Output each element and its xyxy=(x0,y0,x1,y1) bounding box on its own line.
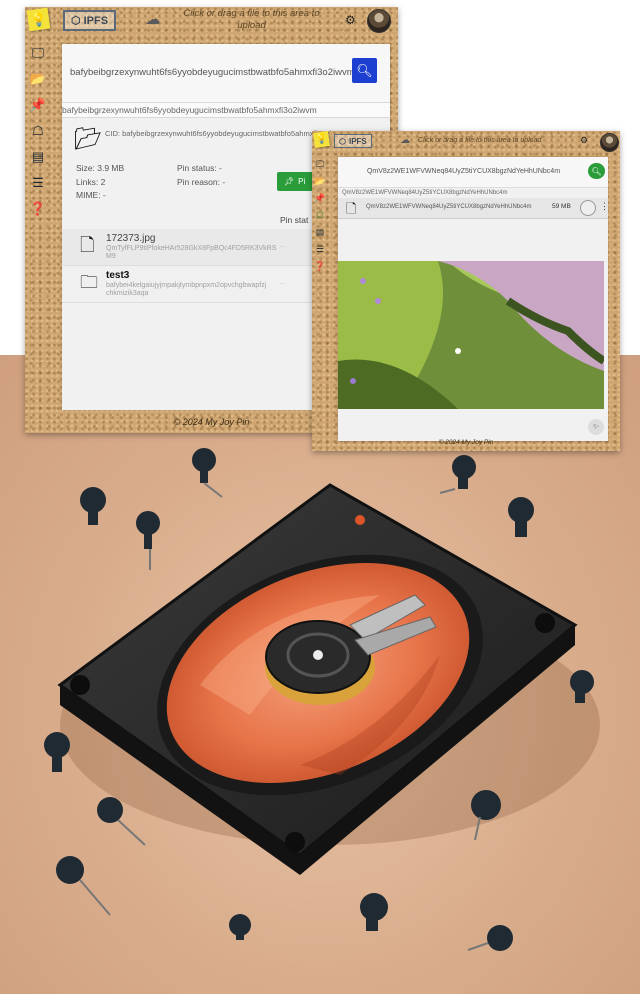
file-icon: 🗋 xyxy=(80,235,95,255)
folder-cid: bafybei4kelgaiujyjmpakjtymbpnpxm2opvchgb… xyxy=(106,282,267,297)
pin-button-label: Pi xyxy=(298,177,306,186)
detail-links: Links: 2 xyxy=(76,177,106,187)
monitor-icon[interactable]: 🖵 xyxy=(27,43,49,63)
checklist-icon[interactable]: ☰ xyxy=(27,173,49,193)
help-icon[interactable]: ❓ xyxy=(27,199,49,219)
folder-icon: 🗀 xyxy=(80,272,98,292)
upload-dropzone[interactable]: ☁ Click or drag a file to this area to u… xyxy=(400,135,590,146)
file-size: ... xyxy=(280,243,286,249)
network-icon[interactable]: ☖ xyxy=(313,208,327,222)
pin-icon: 📌︎ xyxy=(284,177,295,186)
pin-status-column-header: Pin stat xyxy=(280,215,309,225)
cube-icon: ⬡ xyxy=(339,136,346,146)
cube-icon: ⬡ xyxy=(71,15,81,27)
breadcrumb-cid[interactable]: bafybeibgrzexynwuht6fs6yyobdeyugucimstbw… xyxy=(62,102,390,118)
lightbulb-note-icon[interactable]: 💡 xyxy=(26,7,51,32)
file-cid: QmTyfFLP9tiPfokeHAr528GkX8FpBQc4FD5RK3Vk… xyxy=(106,245,277,260)
detail-mime: MIME: - xyxy=(76,190,106,200)
card-icon[interactable]: ▤ xyxy=(27,147,49,167)
detail-pin-status: Pin status: - xyxy=(177,163,222,173)
cloud-upload-icon: ☁ xyxy=(145,11,160,28)
search-bar: QmV8z2WE1WFVWNeq84UyZ5tiYCUX8bgzNdYeHhUN… xyxy=(338,157,608,187)
search-icon: 🔍︎ xyxy=(356,62,373,78)
sidebar-nav: 🖵 📂 📌 ☖ ▤ ☰ ❓ xyxy=(25,43,51,219)
detail-size: Size: 3.9 MB xyxy=(76,163,125,173)
file-name: QmV8z2WE1WFVWNeq84UyZ5tiYCUX8bgzNdYeHhUN… xyxy=(366,204,532,210)
search-icon: 🔍︎ xyxy=(591,166,602,176)
upload-dropzone[interactable]: ☁ Click or drag a file to this area to u… xyxy=(145,8,335,32)
folder-name: test3 xyxy=(106,270,130,281)
upload-prompt: Click or drag a file to this area to upl… xyxy=(418,137,542,144)
search-button[interactable]: 🔍︎ xyxy=(588,163,605,179)
cloud-upload-icon: ☁ xyxy=(400,135,410,146)
lightbulb-note-icon[interactable]: 💡 xyxy=(313,131,330,148)
sidebar-nav: 🖵 📂 📌 ☖ ▤ ☰ ❓ xyxy=(312,157,328,273)
avatar[interactable] xyxy=(600,133,619,152)
app-window-preview: 💡 ⬡ IPFS ☁ Click or drag a file to this … xyxy=(312,131,620,451)
footer-copyright: © 2024 My Joy Pin xyxy=(438,439,494,446)
network-icon[interactable]: ☖ xyxy=(27,121,49,141)
header-bar: 💡 ⬡ IPFS ☁ Click or drag a file to this … xyxy=(312,131,620,153)
search-bar: bafybeibgrzexynwuht6fs6yyobdeyugucimstbw… xyxy=(62,44,390,102)
more-menu-icon[interactable]: ⋮ xyxy=(600,201,608,212)
card-icon[interactable]: ▤ xyxy=(313,225,327,239)
ipfs-logo[interactable]: ⬡ IPFS xyxy=(334,134,372,148)
gear-icon[interactable]: ⚙ xyxy=(580,135,588,146)
logo-text: IPFS xyxy=(348,136,367,146)
ipfs-logo[interactable]: ⬡ IPFS xyxy=(63,10,117,31)
avatar[interactable] xyxy=(367,9,391,33)
pin-icon[interactable]: 📌 xyxy=(27,95,49,115)
image-preview xyxy=(338,261,604,409)
search-button[interactable]: 🔍︎ xyxy=(352,58,377,83)
file-name: 172373.jpg xyxy=(106,233,156,244)
cid-search-input[interactable]: bafybeibgrzexynwuht6fs6yyobdeyugucimstbw… xyxy=(70,62,355,84)
help-icon[interactable]: ❓ xyxy=(313,259,327,273)
cid-search-input[interactable]: QmV8z2WE1WFVWNeq84UyZ5tiYCUX8bgzNdYeHhUN… xyxy=(346,165,581,179)
logo-text: IPFS xyxy=(83,14,109,27)
detail-cid: CID: bafybeibgrzexynwuht6fs6yyobdeyuguci… xyxy=(105,129,347,138)
folder-size: ... xyxy=(280,280,286,286)
list-item[interactable]: 🗋 QmV8z2WE1WFVWNeq84UyZ5tiYCUX8bgzNdYeHh… xyxy=(338,198,608,219)
folder-open-icon[interactable]: 📂 xyxy=(313,174,327,188)
file-preview-panel: QmV8z2WE1WFVWNeq84UyZ5tiYCUX8bgzNdYeHhUN… xyxy=(338,157,608,441)
select-checkbox[interactable] xyxy=(580,200,596,216)
pin-icon[interactable]: 📌 xyxy=(313,191,327,205)
file-size: 59 MB xyxy=(552,203,571,210)
detail-pin-reason: Pin reason: - xyxy=(177,177,226,187)
folder-icon: 📂︎ xyxy=(74,126,102,151)
folder-open-icon[interactable]: 📂 xyxy=(27,69,49,89)
checklist-icon[interactable]: ☰ xyxy=(313,242,327,256)
garden-pond-image xyxy=(338,261,604,409)
monitor-icon[interactable]: 🖵 xyxy=(313,157,327,171)
file-icon: 🗋 xyxy=(346,201,357,216)
header-bar: 💡 ⬡ IPFS ☁ Click or drag a file to this … xyxy=(25,7,398,35)
gear-icon[interactable]: ⚙ xyxy=(345,13,356,27)
upload-prompt: Click or drag a file to this area to upl… xyxy=(183,8,320,31)
magic-wand-icon[interactable]: ✨︎ xyxy=(588,419,604,435)
